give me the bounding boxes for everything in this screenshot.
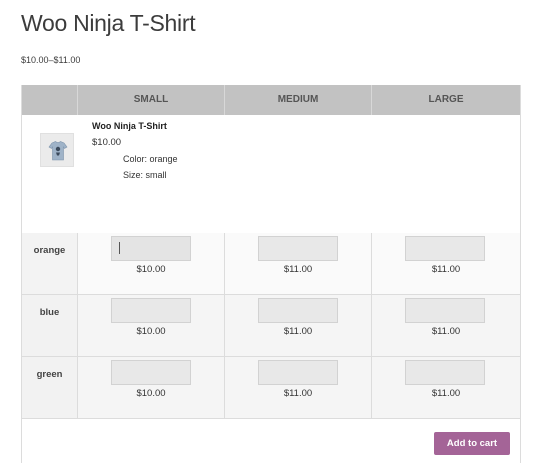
product-title: Woo Ninja T-Shirt — [21, 10, 196, 36]
grid-cell: $11.00 — [372, 357, 520, 418]
cell-price: $11.00 — [431, 264, 461, 275]
grid-cell: $10.00 — [78, 357, 225, 418]
selected-color-attribute: Color: orange — [123, 154, 178, 164]
grid-header-corner — [22, 85, 78, 115]
column-header-small: SMALL — [78, 85, 225, 115]
cell-price: $11.00 — [431, 326, 461, 337]
column-header-large: LARGE — [428, 94, 464, 105]
variation-row-green: green $10.00 $11.00 $11.00 — [22, 357, 520, 419]
cell-price: $10.00 — [136, 326, 166, 337]
variation-row-blue: blue $10.00 $11.00 $11.00 — [22, 295, 520, 357]
text-cursor — [119, 242, 120, 254]
selected-size-attribute: Size: small — [123, 170, 167, 180]
quantity-input[interactable] — [405, 298, 485, 323]
cell-price: $11.00 — [431, 388, 461, 399]
grid-cell: $11.00 — [225, 295, 372, 356]
row-label-blue: blue — [22, 295, 78, 356]
grid-cell: $11.00 — [372, 233, 520, 294]
add-to-cart-button[interactable]: Add to cart — [434, 432, 510, 455]
grid-footer: Add to cart — [22, 419, 520, 463]
quantity-input[interactable] — [405, 236, 485, 261]
grid-cell: $11.00 — [225, 233, 372, 294]
quantity-input[interactable] — [258, 236, 338, 261]
cell-price: $11.00 — [283, 264, 313, 275]
tshirt-thumbnail-icon — [40, 133, 74, 167]
selected-product-name: Woo Ninja T-Shirt — [92, 121, 167, 131]
grid-cell: $11.00 — [225, 357, 372, 418]
grid-header: SMALL MEDIUM LARGE — [22, 85, 520, 115]
column-header-medium: MEDIUM — [225, 85, 372, 115]
quantity-input[interactable] — [111, 360, 191, 385]
quantity-input[interactable] — [111, 236, 191, 261]
cell-price: $11.00 — [283, 388, 313, 399]
variation-row-orange: orange $10.00 $11.00 $11.00 — [22, 233, 520, 295]
row-label-orange: orange — [22, 233, 78, 294]
grid-cell: $10.00 — [78, 295, 225, 356]
row-label-green: green — [22, 357, 78, 418]
variation-grid: SMALL MEDIUM LARGE Woo Ninja T-Shirt $10… — [21, 85, 521, 463]
price-range: $10.00–$11.00 — [21, 55, 81, 65]
quantity-input[interactable] — [111, 298, 191, 323]
cell-price: $10.00 — [136, 388, 166, 399]
quantity-input[interactable] — [405, 360, 485, 385]
selected-product-price: $10.00 — [92, 137, 122, 148]
grid-cell: $11.00 — [372, 295, 520, 356]
cell-price: $11.00 — [283, 326, 313, 337]
cell-price: $10.00 — [136, 264, 166, 275]
quantity-input[interactable] — [258, 298, 338, 323]
selected-variation-summary: Woo Ninja T-Shirt $10.00 Color: orange S… — [22, 115, 520, 234]
grid-cell: $10.00 — [78, 233, 225, 294]
quantity-input[interactable] — [258, 360, 338, 385]
